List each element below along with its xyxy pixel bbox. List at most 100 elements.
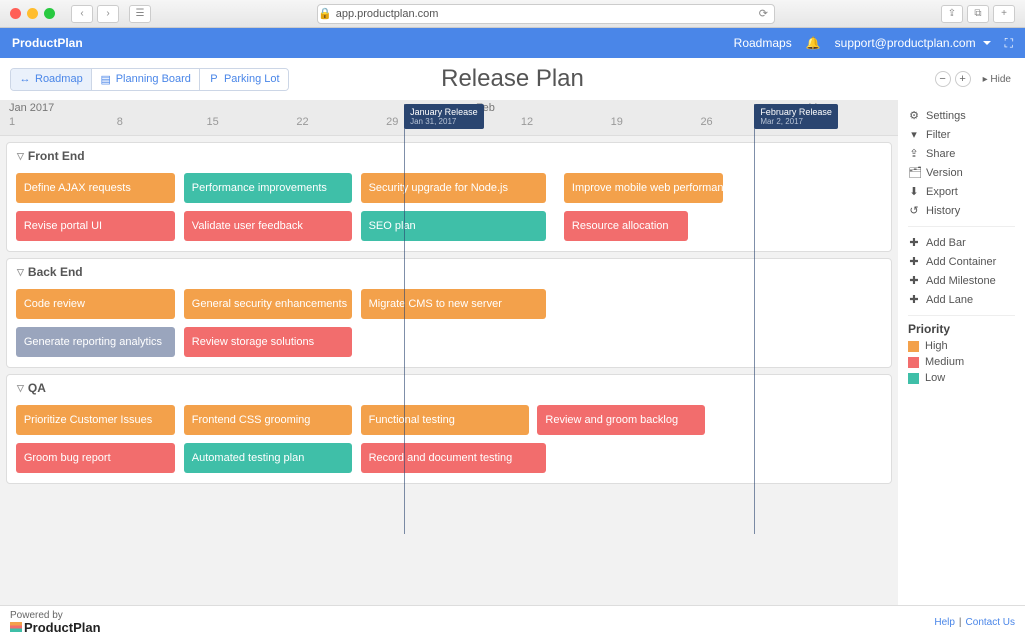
roadmap-bar[interactable]: Code review [16, 289, 175, 319]
roadmap-bar[interactable]: SEO plan [361, 211, 547, 241]
tab-planning-board[interactable]: ▤Planning Board [91, 69, 199, 90]
sidebar-add-milestone[interactable]: ✚Add Milestone [908, 271, 1015, 290]
minimize-window-icon[interactable] [27, 8, 38, 19]
sidebar-add-lane[interactable]: ✚Add Lane [908, 290, 1015, 309]
chevron-down-icon: ▽ [17, 383, 24, 394]
zoom-in-button[interactable]: + [955, 71, 971, 87]
maximize-window-icon[interactable] [44, 8, 55, 19]
sidebar-filter[interactable]: ▾Filter [908, 125, 1015, 144]
roadmap-canvas[interactable]: Jan 2017FebMar18152229121926 January Rel… [0, 100, 898, 605]
legend-item[interactable]: Low [908, 370, 1015, 386]
right-sidebar: ⚙Settings ▾Filter ⇪Share 🗂Version ⬇Expor… [898, 100, 1025, 605]
roadmap-bar[interactable]: Functional testing [361, 405, 529, 435]
lane-header[interactable]: ▽Back End [7, 259, 891, 285]
roadmap-bar[interactable]: Define AJAX requests [16, 173, 175, 203]
close-window-icon[interactable] [10, 8, 21, 19]
roadmap-bar[interactable]: Review and groom backlog [537, 405, 705, 435]
lanes-container: ▽Front End Define AJAX requests Performanc… [0, 136, 898, 490]
legend-item[interactable]: High [908, 338, 1015, 354]
notifications-icon[interactable]: 🔔 [806, 36, 821, 50]
support-menu[interactable]: support@productplan.com [835, 36, 991, 50]
sidebar-settings[interactable]: ⚙Settings [908, 106, 1015, 125]
zoom-out-button[interactable]: − [935, 71, 951, 87]
sidebar-history[interactable]: ↺History [908, 201, 1015, 220]
day-label: 26 [700, 116, 712, 128]
board-icon: ▤ [100, 73, 112, 86]
footer-help-link[interactable]: Help [934, 617, 955, 628]
parking-icon: P [208, 73, 220, 85]
chevron-down-icon: ▽ [17, 267, 24, 278]
plus-icon: ✚ [908, 255, 920, 268]
roadmap-bar[interactable]: Record and document testing [361, 443, 547, 473]
sidebar-add-bar[interactable]: ✚Add Bar [908, 233, 1015, 252]
month-label: Jan 2017 [9, 102, 54, 114]
new-tab-button[interactable]: + [993, 5, 1015, 23]
plus-icon: ✚ [908, 274, 920, 287]
lane-row: Code review General security enhancements… [7, 289, 891, 323]
roadmap-bar[interactable]: Review storage solutions [184, 327, 352, 357]
roadmap-bar[interactable]: Performance improvements [184, 173, 352, 203]
milestone-marker[interactable]: February ReleaseMar 2, 2017 [754, 104, 838, 129]
back-button[interactable]: ‹ [71, 5, 93, 23]
nav-roadmaps[interactable]: Roadmaps [734, 36, 792, 50]
day-label: 29 [386, 116, 398, 128]
app-header: ProductPlan Roadmaps 🔔 support@productpl… [0, 28, 1025, 58]
reload-icon[interactable]: ⟳ [759, 7, 768, 20]
day-label: 15 [207, 116, 219, 128]
url-text: app.productplan.com [336, 8, 439, 20]
lane-header[interactable]: ▽Front End [7, 143, 891, 169]
day-label: 1 [9, 116, 15, 128]
tab-roadmap[interactable]: ↔Roadmap [11, 69, 91, 90]
lane: ▽Front End Define AJAX requests Performanc… [6, 142, 892, 252]
lane-row: Prioritize Customer Issues Frontend CSS g… [7, 405, 891, 439]
plus-icon: ✚ [908, 236, 920, 249]
roadmap-bar[interactable]: Revise portal UI [16, 211, 175, 241]
lane-row: Groom bug report Automated testing plan Re… [7, 443, 891, 477]
roadmap-bar[interactable]: General security enhancements [184, 289, 352, 319]
sidebar-add-container[interactable]: ✚Add Container [908, 252, 1015, 271]
lane-row: Define AJAX requests Performance improvem… [7, 173, 891, 207]
day-label: 8 [117, 116, 123, 128]
share-icon: ⇪ [908, 147, 920, 160]
lock-icon: 🔒 [318, 7, 332, 20]
roadmap-bar[interactable]: Improve mobile web performance [564, 173, 723, 203]
sidebar-version[interactable]: 🗂Version [908, 163, 1015, 182]
url-bar[interactable]: 🔒 app.productplan.com ⟳ [317, 4, 775, 24]
tab-parking-lot[interactable]: PParking Lot [199, 69, 288, 90]
lane: ▽QA Prioritize Customer Issues Frontend CS… [6, 374, 892, 484]
history-icon: ↺ [908, 204, 920, 217]
roadmap-bar[interactable]: Generate reporting analytics [16, 327, 175, 357]
legend-swatch [908, 373, 919, 384]
sidebar-share[interactable]: ⇪Share [908, 144, 1015, 163]
roadmap-bar[interactable]: Security upgrade for Node.js [361, 173, 547, 203]
sidebar-export[interactable]: ⬇Export [908, 182, 1015, 201]
legend-swatch [908, 341, 919, 352]
view-tabs: ↔Roadmap ▤Planning Board PParking Lot [10, 68, 289, 91]
lane-row: Generate reporting analytics Review stora… [7, 327, 891, 361]
roadmap-bar[interactable]: Migrate CMS to new server [361, 289, 547, 319]
roadmap-bar[interactable]: Automated testing plan [184, 443, 352, 473]
roadmap-bar[interactable]: Resource allocation [564, 211, 688, 241]
roadmap-bar[interactable]: Validate user feedback [184, 211, 352, 241]
version-icon: 🗂 [908, 166, 920, 179]
chevron-down-icon: ▽ [17, 151, 24, 162]
lane: ▽Back End Code review General security enh… [6, 258, 892, 368]
sidebar-toggle-button[interactable]: ☰ [129, 5, 151, 23]
roadmap-bar[interactable]: Groom bug report [16, 443, 175, 473]
roadmap-bar[interactable]: Frontend CSS grooming [184, 405, 352, 435]
tabs-button[interactable]: ⧉ [967, 5, 989, 23]
fullscreen-icon[interactable]: ⛶ [1005, 36, 1013, 51]
hide-sidebar-link[interactable]: ▸ Hide [983, 74, 1011, 85]
toolbar: ↔Roadmap ▤Planning Board PParking Lot Re… [0, 58, 1025, 100]
roadmap-bar[interactable]: Prioritize Customer Issues [16, 405, 175, 435]
share-button[interactable]: ⇪ [941, 5, 963, 23]
day-label: 12 [521, 116, 533, 128]
productplan-logo[interactable]: ProductPlan [10, 621, 101, 634]
footer-contact-link[interactable]: Contact Us [966, 617, 1015, 628]
milestone-marker[interactable]: January ReleaseJan 31, 2017 [404, 104, 484, 129]
lane-row: Revise portal UI Validate user feedback SE… [7, 211, 891, 245]
forward-button[interactable]: › [97, 5, 119, 23]
legend-item[interactable]: Medium [908, 354, 1015, 370]
browser-chrome: ‹ › ☰ 🔒 app.productplan.com ⟳ ⇪ ⧉ + [0, 0, 1025, 28]
lane-header[interactable]: ▽QA [7, 375, 891, 401]
